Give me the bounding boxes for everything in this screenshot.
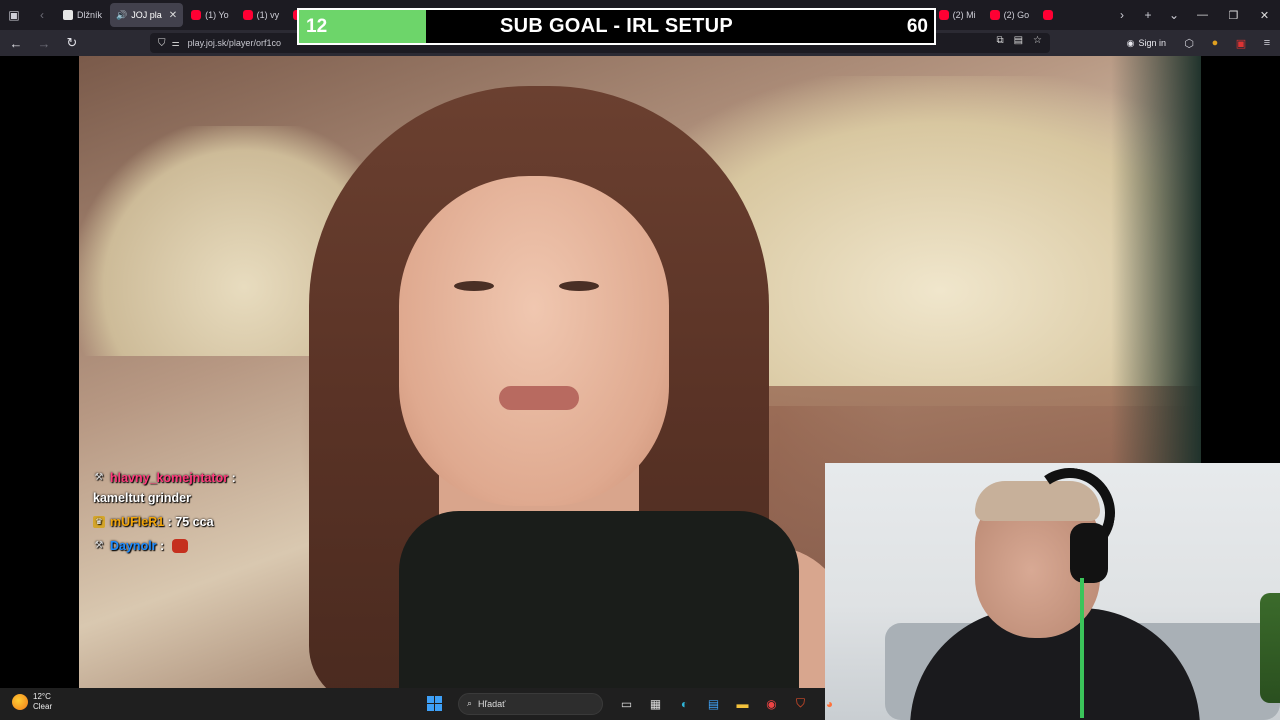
person-eye xyxy=(559,281,599,291)
person-black-top xyxy=(399,511,799,688)
windows-taskbar: 12°C Clear ⌕ Hľadať ▭ ▦ ◐ ▤ ▬ ◉ ⛉ ◕ xyxy=(0,688,833,720)
task-view-icon[interactable]: ▭ xyxy=(615,692,638,715)
speaker-icon[interactable]: 🔊 xyxy=(116,10,127,21)
url-text: play.joj.sk/player/orf1co xyxy=(187,38,281,48)
youtube-icon xyxy=(1043,10,1054,20)
doc-favicon-icon xyxy=(63,10,73,20)
browser-tab[interactable]: 🔊 JOJ pla ✕ xyxy=(110,3,184,27)
tracking-protection-icon[interactable]: ⛉ xyxy=(158,38,166,49)
chat-message: ⚒ Daynolr : xyxy=(93,536,333,556)
start-button[interactable] xyxy=(423,692,446,715)
tab-label: (2) Mi xyxy=(952,10,976,20)
close-tab-icon[interactable]: ✕ xyxy=(169,10,177,21)
extensions-icon[interactable]: ⬡ xyxy=(1176,30,1202,56)
headphone-cable xyxy=(1080,578,1084,718)
tab-overview-icon[interactable]: ▣ xyxy=(0,0,28,30)
stream-chat-overlay: ⚒ hlavny_komejntator : kameltut grinder ♛ m… xyxy=(93,468,333,560)
sub-goal-title: SUB GOAL - IRL SETUP xyxy=(499,15,734,37)
sign-in-label: Sign in xyxy=(1138,38,1166,48)
chat-username[interactable]: mUFleR1 xyxy=(110,512,164,532)
taskbar-apps: ⌕ Hľadať ▭ ▦ ◐ ▤ ▬ ◉ ⛉ ◕ xyxy=(423,692,841,715)
chat-text: 75 cca xyxy=(175,515,214,529)
person-eye xyxy=(454,281,494,291)
site-permissions-icon[interactable]: ⚌ xyxy=(172,38,180,49)
close-window-icon[interactable]: ✕ xyxy=(1249,0,1280,30)
moderator-wrench-icon: ⚒ xyxy=(94,540,104,551)
browser-tab[interactable]: (1) Yo xyxy=(185,3,235,27)
reload-icon[interactable]: ↻ xyxy=(60,30,84,56)
extension-adblock-icon[interactable]: ▣ xyxy=(1228,30,1254,56)
list-all-tabs-icon[interactable]: ⌄ xyxy=(1161,0,1187,30)
chat-username[interactable]: Daynolr xyxy=(110,536,157,556)
toolbar-right: ◉ Sign in ⬡ ● ▣ ≡ xyxy=(1117,30,1280,56)
brave-icon[interactable]: ⛉ xyxy=(789,692,812,715)
chat-username[interactable]: hlavny_komejntator xyxy=(110,468,228,488)
chat-separator: : xyxy=(156,539,168,553)
youtube-icon xyxy=(938,10,949,20)
chat-message: ♛ mUFleR1 : 75 cca xyxy=(93,512,333,532)
tab-label: (2) Go xyxy=(1003,10,1030,20)
youtube-icon xyxy=(191,10,202,20)
sub-goal-target: 60 xyxy=(906,16,928,37)
sign-in-button[interactable]: ◉ Sign in xyxy=(1117,38,1176,49)
browser-tab[interactable]: Dlžník xyxy=(57,3,108,27)
browser-tab[interactable]: (1) vy xyxy=(237,3,286,27)
youtube-icon xyxy=(989,10,1000,20)
app-menu-icon[interactable]: ≡ xyxy=(1254,30,1280,56)
forward-icon[interactable]: → xyxy=(32,30,56,56)
person-lips xyxy=(499,386,579,410)
scroll-tabs-right-icon[interactable]: › xyxy=(1109,0,1135,30)
windows-logo-icon xyxy=(427,696,442,711)
bookmark-star-icon[interactable]: ☆ xyxy=(1033,35,1042,46)
weather-text: 12°C Clear xyxy=(33,692,52,712)
back-icon[interactable]: ← xyxy=(4,30,28,56)
account-icon: ◉ xyxy=(1126,37,1135,48)
tab-label: JOJ pla xyxy=(131,10,162,20)
firefox-icon[interactable]: ◕ xyxy=(818,692,841,715)
browser-tab[interactable]: (2) Go xyxy=(984,3,1036,27)
browser-tab[interactable] xyxy=(1037,3,1063,27)
file-explorer-icon[interactable]: ▬ xyxy=(731,692,754,715)
subscriber-badge-icon: ♛ xyxy=(93,516,105,528)
webcam-plant xyxy=(1260,593,1280,703)
scroll-tabs-left-icon[interactable]: ‹ xyxy=(28,0,56,30)
restore-icon[interactable]: ❐ xyxy=(1218,0,1249,30)
microsoft-store-icon[interactable]: ▦ xyxy=(644,692,667,715)
webcam-feed xyxy=(825,463,1280,720)
youtube-icon xyxy=(242,10,253,20)
chrome-icon[interactable]: ◉ xyxy=(760,692,783,715)
moderator-wrench-icon: ⚒ xyxy=(94,472,104,483)
minimize-icon[interactable]: — xyxy=(1187,0,1218,30)
chat-message: ⚒ hlavny_komejntator : kameltut grinder xyxy=(93,468,333,508)
chat-separator: : xyxy=(228,471,240,485)
tab-label: (1) vy xyxy=(256,10,280,20)
picture-in-picture-icon[interactable]: ⧉ xyxy=(996,35,1003,46)
reader-view-icon[interactable]: ▤ xyxy=(1014,35,1023,46)
edge-icon[interactable]: ◐ xyxy=(673,692,696,715)
weather-temp: 12°C xyxy=(33,692,51,701)
weather-desc: Clear xyxy=(33,702,53,711)
chat-text: kameltut grinder xyxy=(93,491,191,505)
weather-sun-icon xyxy=(12,694,28,710)
photos-icon[interactable]: ▤ xyxy=(702,692,725,715)
person-face xyxy=(399,176,669,506)
tab-bar-controls: › + ⌄ — ❐ ✕ xyxy=(1109,0,1280,30)
tab-label: Dlžník xyxy=(77,10,103,20)
taskbar-search[interactable]: ⌕ Hľadať xyxy=(458,692,603,715)
extension-color-icon[interactable]: ● xyxy=(1202,30,1228,56)
address-bar-actions: ⧉ ▤ ☆ xyxy=(996,35,1042,46)
sub-goal-bar: 12 SUB GOAL - IRL SETUP 60 xyxy=(297,8,936,45)
new-tab-icon[interactable]: + xyxy=(1135,0,1161,30)
weather-widget[interactable]: 12°C Clear xyxy=(12,692,52,712)
browser-tab[interactable]: (2) Mi xyxy=(933,3,982,27)
chat-emote-icon xyxy=(171,539,188,553)
chat-separator: : xyxy=(164,515,176,529)
search-placeholder: Hľadať xyxy=(478,698,506,709)
tab-label: (1) Yo xyxy=(205,10,229,20)
headphone-earcup xyxy=(1070,523,1108,583)
search-icon: ⌕ xyxy=(467,698,473,708)
